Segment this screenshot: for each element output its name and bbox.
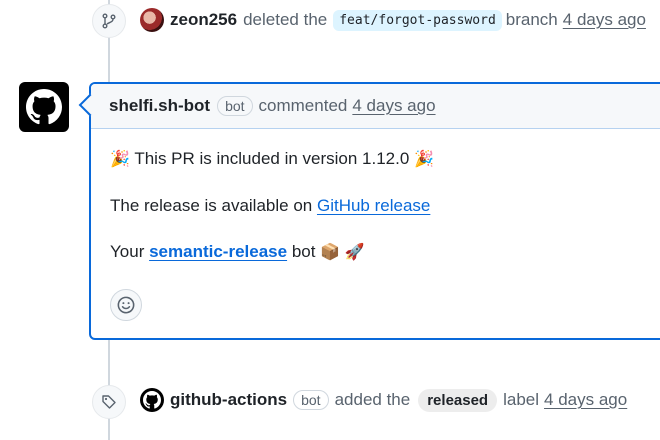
release-line: 🎉 This PR is included in version 1.12.0 … — [110, 147, 659, 172]
username-link[interactable]: zeon256 — [170, 10, 237, 30]
party-emoji: 🎉 — [110, 151, 130, 168]
label-added-event: github-actions bot added the released la… — [140, 388, 627, 412]
availability-text: The release is available on — [110, 196, 313, 215]
signature-prefix: Your — [110, 242, 145, 261]
package-emoji: 📦 — [320, 244, 341, 261]
github-actions-avatar[interactable] — [140, 388, 164, 412]
avatar[interactable] — [140, 8, 164, 32]
signature-suffix: bot — [291, 242, 316, 261]
comment-card: shelfi.sh-bot bot commented 4 days ago 🎉… — [89, 82, 660, 340]
semantic-release-link[interactable]: semantic-release — [149, 242, 287, 261]
event-suffix: branch — [505, 10, 558, 29]
add-reaction-button[interactable] — [110, 289, 142, 321]
release-text: This PR is included in version 1.12.0 — [134, 149, 410, 168]
event-text: deleted the — [243, 10, 328, 29]
github-release-link[interactable]: GitHub release — [317, 196, 430, 215]
signature-line: Your semantic-release bot 📦 🚀 — [110, 240, 659, 265]
event-suffix: label — [503, 390, 540, 409]
github-octocat-icon[interactable] — [19, 82, 69, 132]
tag-icon — [92, 385, 126, 419]
availability-line: The release is available on GitHub relea… — [110, 194, 659, 218]
timestamp-link[interactable]: 4 days ago — [544, 390, 627, 410]
comment-action: commented — [258, 96, 348, 115]
event-text: added the — [334, 390, 411, 409]
bot-badge: bot — [217, 96, 253, 116]
party-emoji: 🎉 — [414, 151, 434, 168]
branch-deleted-event: zeon256 deleted the feat/forgot-password… — [140, 8, 646, 32]
bot-badge: bot — [293, 390, 329, 410]
smiley-icon — [117, 296, 135, 314]
released-label[interactable]: released — [418, 388, 498, 412]
git-branch-icon — [92, 4, 126, 38]
comment-body: 🎉 This PR is included in version 1.12.0 … — [91, 129, 660, 265]
comment-timestamp-link[interactable]: 4 days ago — [352, 96, 435, 116]
username-link[interactable]: github-actions — [170, 390, 287, 410]
comment-author-link[interactable]: shelfi.sh-bot — [109, 96, 210, 116]
timestamp-link[interactable]: 4 days ago — [563, 10, 646, 30]
branch-name: feat/forgot-password — [333, 9, 502, 31]
comment-header: shelfi.sh-bot bot commented 4 days ago — [91, 84, 660, 129]
rocket-emoji: 🚀 — [344, 244, 365, 261]
github-octocat-icon — [143, 391, 161, 409]
